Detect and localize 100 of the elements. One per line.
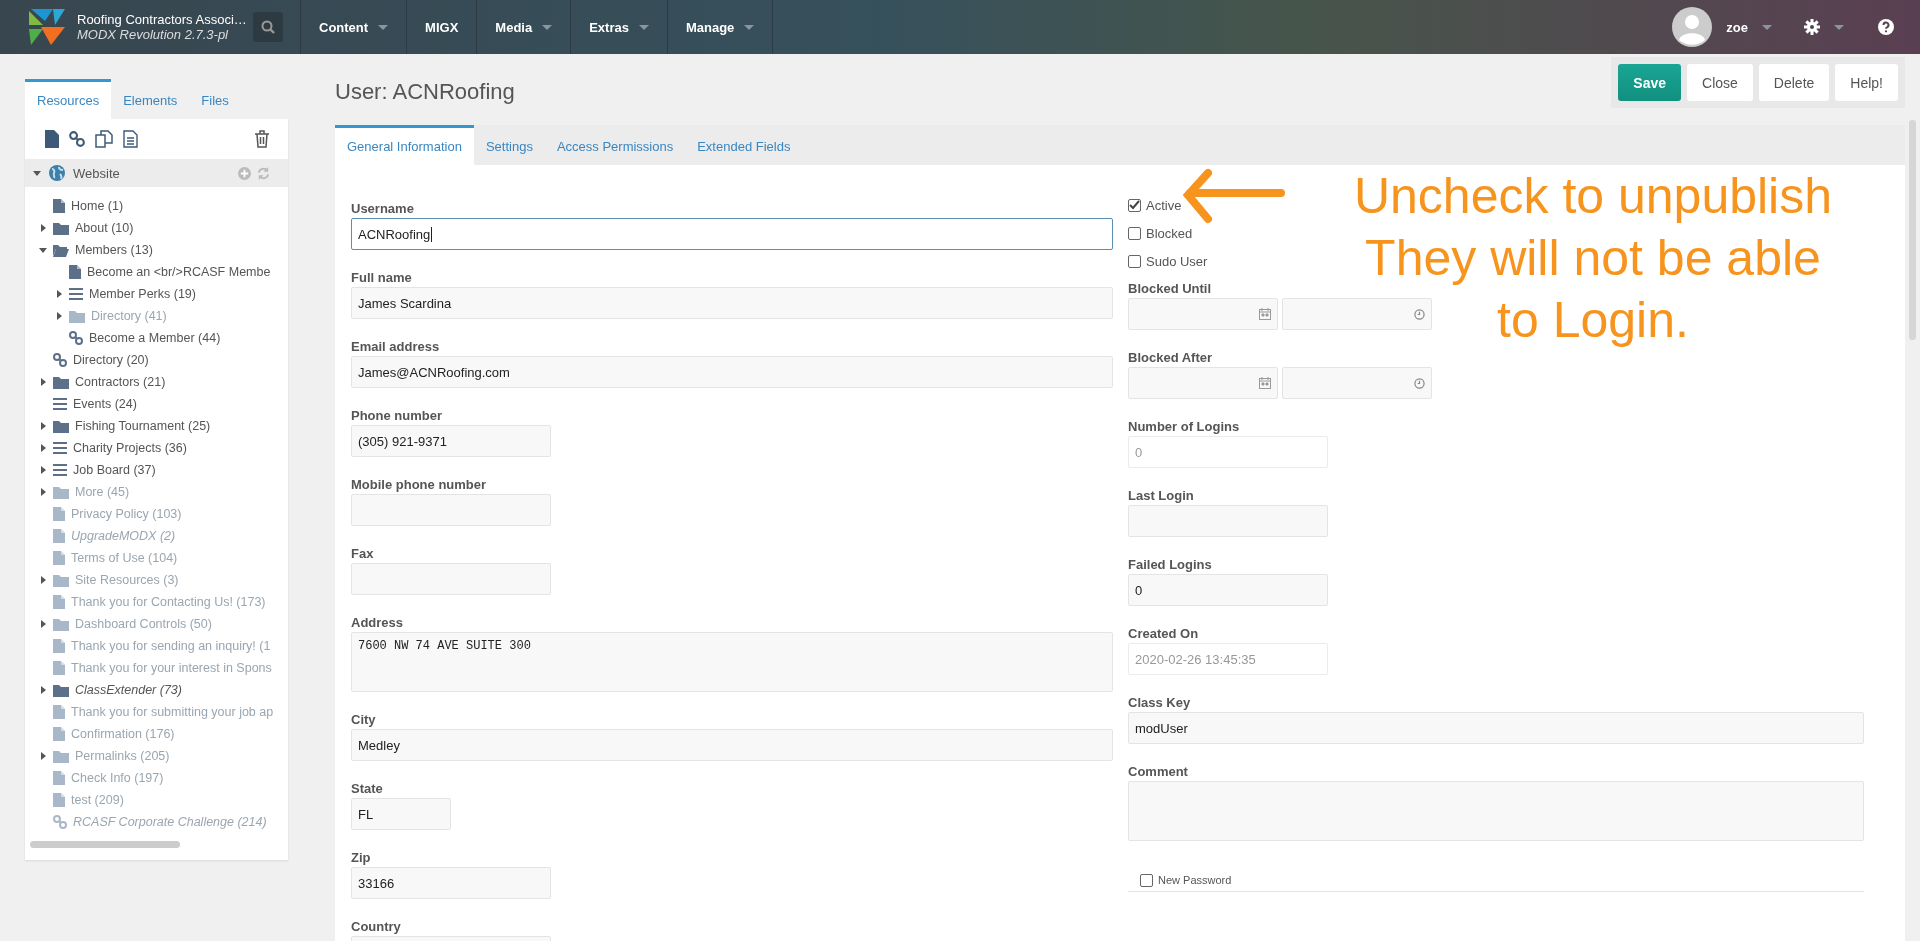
menu-item[interactable]: Media — [477, 0, 572, 54]
field-label: Failed Logins — [1128, 557, 1213, 572]
trash-icon[interactable] — [254, 130, 270, 148]
caret-icon[interactable] — [39, 444, 47, 452]
list-icon — [53, 464, 67, 476]
field-label: Username — [351, 201, 415, 216]
document-icon[interactable] — [123, 130, 138, 148]
tree-item[interactable]: Member Perks (19) — [89, 287, 196, 301]
menu-item[interactable]: Extras — [571, 0, 668, 54]
tree-item[interactable]: Home (1) — [71, 199, 124, 213]
action-button[interactable]: Delete — [1758, 64, 1830, 101]
tab[interactable]: General Information — [335, 125, 474, 165]
caret-icon[interactable] — [39, 620, 47, 628]
input-field[interactable]: ACNRoofing — [351, 218, 1113, 250]
caret-icon[interactable] — [39, 466, 47, 474]
tree-item[interactable]: About (10) — [75, 221, 134, 235]
input-field[interactable]: FL — [351, 798, 451, 830]
input-field[interactable] — [351, 494, 551, 526]
caret-icon[interactable] — [33, 169, 41, 177]
page-title: User: ACNRoofing — [335, 79, 515, 105]
folder-icon — [53, 683, 69, 697]
input-field[interactable]: (305) 921-9371 — [351, 425, 551, 457]
document-icon — [53, 727, 65, 741]
menu-item[interactable]: Content — [301, 0, 408, 54]
tree-item[interactable]: Members (13) — [75, 243, 153, 257]
copy-icon[interactable] — [95, 130, 113, 148]
scrollbar[interactable] — [1909, 120, 1916, 340]
help-icon[interactable] — [1878, 19, 1894, 35]
caret-icon[interactable] — [39, 224, 47, 232]
sidebar-tab[interactable]: Files — [189, 79, 241, 119]
checkbox-label[interactable]: Sudo User — [1146, 253, 1208, 269]
folder-icon — [69, 309, 85, 323]
menu-item[interactable]: MIGX — [407, 0, 478, 54]
time-field[interactable] — [1282, 298, 1432, 330]
dropdown-caret-icon — [378, 24, 389, 30]
tree-item[interactable]: Contractors (21) — [75, 375, 166, 389]
link-icon[interactable] — [69, 131, 85, 147]
input-field[interactable]: modUser — [1128, 712, 1864, 744]
caret-icon[interactable] — [55, 290, 63, 298]
user-name[interactable]: zoe — [1726, 19, 1748, 35]
checkbox-label[interactable]: Blocked — [1146, 225, 1193, 241]
field-label: Fax — [351, 546, 375, 561]
caret-icon[interactable] — [55, 312, 63, 320]
caret-icon[interactable] — [39, 246, 47, 254]
input-field[interactable]: 0 — [1128, 574, 1328, 606]
tree-item[interactable]: ClassExtender (73) — [75, 683, 182, 697]
tree-item[interactable]: Job Board (37) — [73, 463, 156, 477]
annotation-text: They will not be able — [1365, 229, 1821, 288]
date-field[interactable] — [1128, 367, 1278, 399]
caret-icon[interactable] — [39, 752, 47, 760]
field-label: Number of Logins — [1128, 419, 1241, 434]
scrollbar[interactable] — [30, 841, 180, 848]
settings-icon[interactable] — [1804, 19, 1820, 35]
tree-item[interactable]: Directory (20) — [73, 353, 149, 367]
tree-root[interactable]: Website — [73, 165, 120, 181]
document-icon — [53, 661, 65, 675]
field-label: Mobile phone number — [351, 477, 488, 492]
action-button[interactable]: Close — [1687, 64, 1753, 101]
sidebar-tab[interactable]: Resources — [25, 79, 112, 119]
field-label: Created On — [1128, 626, 1200, 641]
folder-icon — [53, 419, 69, 433]
version-label: MODX Revolution 2.7.3-pl — [77, 27, 229, 42]
menu-item[interactable]: Manage — [667, 0, 774, 54]
logo-icon[interactable] — [27, 7, 67, 47]
caret-icon[interactable] — [39, 576, 47, 584]
input-field[interactable]: Medley — [351, 729, 1113, 761]
checkbox[interactable] — [1128, 226, 1141, 240]
input-field[interactable] — [351, 563, 551, 595]
tree-item[interactable]: Events (24) — [73, 397, 137, 411]
tree-item[interactable]: Become a Member (44) — [89, 331, 221, 345]
date-field[interactable] — [1128, 298, 1278, 330]
textarea-field[interactable] — [1128, 781, 1864, 841]
avatar-icon[interactable] — [1672, 7, 1713, 47]
action-button[interactable]: Help! — [1835, 64, 1898, 101]
tree-item[interactable]: Charity Projects (36) — [73, 441, 187, 455]
checkbox[interactable] — [1128, 254, 1141, 268]
input-field[interactable]: 33166 — [351, 867, 551, 899]
time-field[interactable] — [1282, 367, 1432, 399]
caret-icon[interactable] — [39, 378, 47, 386]
dropdown-caret-icon — [1762, 24, 1772, 30]
folder-icon — [53, 749, 69, 763]
textarea-field[interactable]: 7600 NW 74 AVE SUITE 300 — [351, 632, 1113, 692]
folder-icon — [53, 485, 69, 499]
new-document-icon[interactable] — [45, 130, 59, 148]
checkbox-label[interactable]: Active — [1146, 197, 1182, 213]
folder-icon — [53, 243, 69, 257]
document-icon — [53, 551, 65, 565]
checkbox[interactable] — [1128, 198, 1141, 212]
caret-icon[interactable] — [39, 686, 47, 694]
input-field[interactable]: James@ACNRoofing.com — [351, 356, 1113, 388]
caret-icon[interactable] — [39, 488, 47, 496]
checkbox[interactable] — [1140, 873, 1153, 887]
input-field[interactable]: James Scardina — [351, 287, 1113, 319]
caret-icon[interactable] — [39, 422, 47, 430]
search-button[interactable] — [253, 12, 283, 42]
tree-item[interactable]: Fishing Tournament (25) — [75, 419, 211, 433]
field-label: Email address — [351, 339, 441, 354]
tree-item[interactable]: Become an <br/>RCASF Membe — [87, 265, 271, 279]
input-field[interactable] — [1128, 505, 1328, 537]
checkbox-label[interactable]: New Password — [1158, 874, 1232, 886]
